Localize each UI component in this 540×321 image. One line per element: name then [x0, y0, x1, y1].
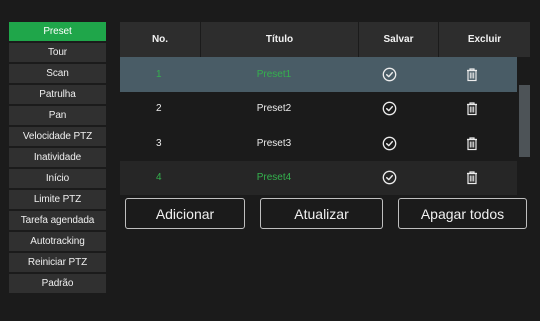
check-circle-icon [382, 170, 397, 185]
sidebar: Preset Tour Scan Patrulha Pan Velocidade… [9, 22, 106, 295]
trash-icon [467, 68, 478, 81]
trash-icon [467, 137, 478, 150]
preset-title[interactable]: Preset2 [197, 92, 350, 127]
sidebar-item-inicio[interactable]: Início [9, 169, 106, 188]
table-body: 1 Preset1 2 Preset2 3 Preset3 4 Preset4 [120, 57, 517, 195]
table-header: No. Título Salvar Excluir [120, 22, 530, 57]
delete-button[interactable] [428, 126, 517, 161]
sidebar-item-limite-ptz[interactable]: Limite PTZ [9, 190, 106, 209]
table-row[interactable]: 3 Preset3 [120, 126, 517, 161]
sidebar-item-inatividade[interactable]: Inatividade [9, 148, 106, 167]
preset-number: 3 [155, 137, 162, 149]
trash-icon [467, 102, 478, 116]
column-header-no: No. [151, 34, 169, 45]
column-header-delete: Excluir [438, 22, 530, 57]
trash-icon [467, 171, 478, 185]
add-button[interactable]: Adicionar [125, 198, 245, 229]
sidebar-item-autotracking[interactable]: Autotracking [9, 232, 106, 251]
check-circle-icon [382, 101, 397, 116]
delete-button[interactable] [428, 161, 517, 196]
sidebar-item-pan[interactable]: Pan [9, 106, 106, 125]
table-scrollbar[interactable] [519, 57, 530, 187]
column-header-save: Salvar [358, 22, 438, 57]
preset-title[interactable]: Preset1 [197, 57, 350, 92]
sidebar-item-reiniciar-ptz[interactable]: Reiniciar PTZ [9, 253, 106, 272]
delete-all-button[interactable]: Apagar todos [398, 198, 527, 229]
sidebar-item-tour[interactable]: Tour [9, 43, 106, 62]
save-button[interactable] [350, 126, 427, 161]
save-button[interactable] [350, 161, 427, 196]
sidebar-item-tarefa-agendada[interactable]: Tarefa agendada [9, 211, 106, 230]
scrollbar-thumb[interactable] [519, 85, 530, 157]
save-button[interactable] [350, 57, 427, 92]
delete-button[interactable] [428, 57, 517, 92]
sidebar-item-patrulha[interactable]: Patrulha [9, 85, 106, 104]
check-circle-icon [382, 136, 397, 151]
preset-number: 2 [155, 103, 162, 115]
sidebar-item-velocidade-ptz[interactable]: Velocidade PTZ [9, 127, 106, 146]
preset-number: 4 [155, 172, 162, 184]
column-header-title: Título [200, 22, 358, 57]
save-button[interactable] [350, 92, 427, 127]
preset-title[interactable]: Preset4 [197, 161, 350, 196]
preset-number: 1 [155, 68, 162, 80]
refresh-button[interactable]: Atualizar [260, 198, 383, 229]
sidebar-item-scan[interactable]: Scan [9, 64, 106, 83]
sidebar-item-preset[interactable]: Preset [9, 22, 106, 41]
table-row[interactable]: 2 Preset2 [120, 91, 517, 127]
check-circle-icon [382, 67, 397, 82]
delete-button[interactable] [428, 92, 517, 127]
table-row[interactable]: 1 Preset1 [120, 57, 517, 92]
preset-title[interactable]: Preset3 [197, 126, 350, 161]
preset-table: No. Título Salvar Excluir 1 Preset1 2 Pr… [120, 22, 530, 195]
table-row[interactable]: 4 Preset4 [120, 160, 517, 196]
sidebar-item-padrao[interactable]: Padrão [9, 274, 106, 293]
